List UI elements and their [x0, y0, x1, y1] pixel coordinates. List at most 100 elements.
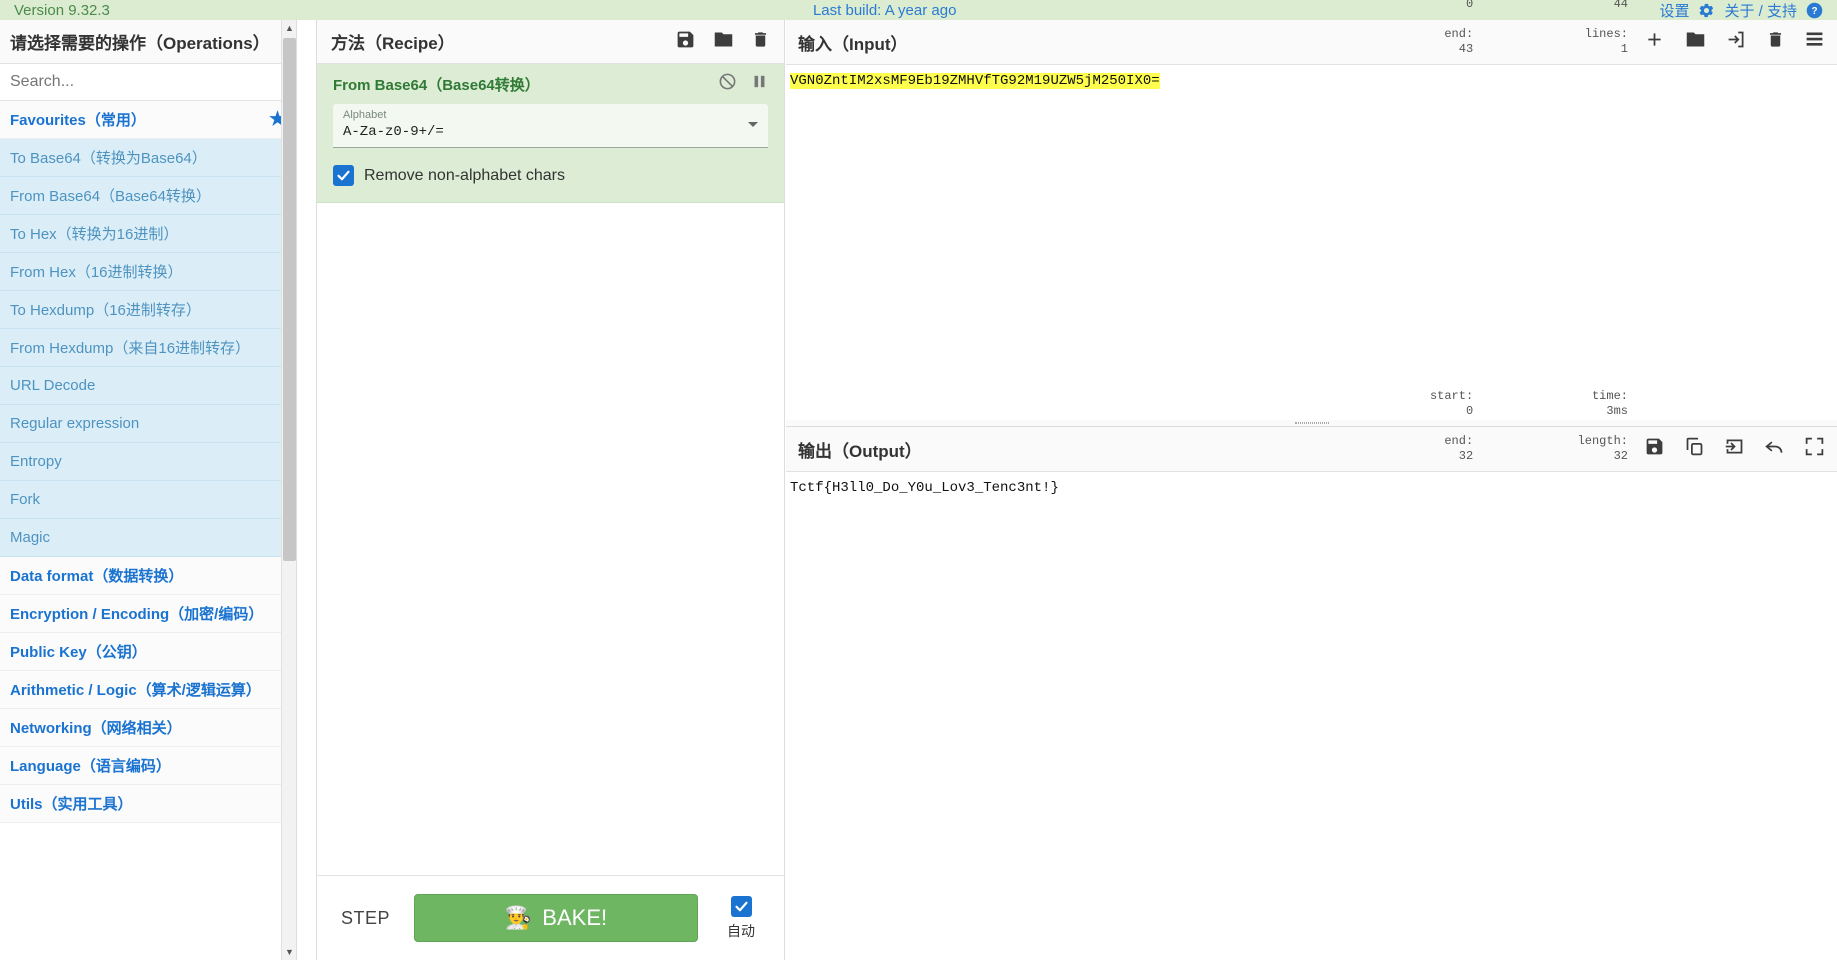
- load-recipe-icon[interactable]: [712, 29, 735, 55]
- output-total-length-value: 32: [1613, 449, 1628, 463]
- operation-list-item[interactable]: Magic: [0, 519, 296, 557]
- category-arithmetic-logic[interactable]: Arithmetic / Logic（算术/逻辑运算）: [0, 671, 296, 709]
- input-lines-label: lines:: [1584, 27, 1628, 41]
- recipe-footer: STEP 👨‍🍳 BAKE! 自动: [317, 875, 784, 960]
- category-networking[interactable]: Networking（网络相关）: [0, 709, 296, 747]
- alphabet-label: Alphabet: [343, 109, 387, 121]
- breakpoint-pause-icon[interactable]: [751, 72, 768, 96]
- input-body[interactable]: VGN0ZntIM2xsMF9Eb19ZMHVfTG92M19UZW5jM250…: [786, 65, 1837, 420]
- reset-pane-layout-icon[interactable]: [1804, 29, 1825, 55]
- undo-bake-icon[interactable]: [1764, 436, 1785, 462]
- input-text[interactable]: VGN0ZntIM2xsMF9Eb19ZMHVfTG92M19UZW5jM250…: [790, 72, 1837, 90]
- input-end-label: end:: [1444, 27, 1474, 41]
- step-button[interactable]: STEP: [331, 908, 400, 929]
- open-folder-icon[interactable]: [1684, 29, 1707, 55]
- replace-input-icon[interactable]: [1724, 436, 1745, 462]
- search-input[interactable]: [10, 73, 286, 91]
- splitter-grip[interactable]: [1294, 422, 1329, 424]
- operations-scrollbar[interactable]: ▲ ▼: [281, 20, 296, 960]
- output-time-label: time:: [1591, 389, 1628, 403]
- operation-list-item[interactable]: From Hexdump（来自16进制转存）: [0, 329, 296, 367]
- input-start-value: 0: [1465, 0, 1474, 11]
- io-area: 输入（Input） start: 0 end: 43 length: 43 le…: [786, 0, 1837, 960]
- category-label: Encryption / Encoding（加密/编码）: [10, 606, 264, 623]
- save-recipe-icon[interactable]: [675, 29, 696, 55]
- input-total-length-value: 44: [1613, 0, 1628, 11]
- output-body[interactable]: Tctf{H3ll0_Do_Y0u_Lov3_Tenc3nt!}: [786, 472, 1837, 960]
- input-title: 输入（Input）: [798, 34, 908, 54]
- bake-label: BAKE!: [542, 905, 608, 930]
- clear-io-icon[interactable]: [1766, 29, 1785, 55]
- bake-button[interactable]: 👨‍🍳 BAKE!: [414, 894, 698, 942]
- output-end-label: end:: [1444, 434, 1474, 448]
- copy-output-icon[interactable]: [1684, 436, 1705, 462]
- remove-non-alphabet-checkbox[interactable]: [333, 165, 354, 186]
- operation-label: Entropy: [10, 453, 62, 470]
- open-file-icon[interactable]: [1726, 29, 1747, 55]
- operations-sidebar: 请选择需要的操作（Operations） Favourites（常用） ★ To…: [0, 20, 297, 960]
- auto-bake-label: 自动: [727, 922, 755, 939]
- chevron-up-icon[interactable]: ▲: [282, 20, 296, 36]
- category-language[interactable]: Language（语言编码）: [0, 747, 296, 785]
- auto-bake-control[interactable]: 自动: [712, 895, 770, 941]
- add-input-tab-icon[interactable]: [1644, 29, 1665, 55]
- category-favourites[interactable]: Favourites（常用） ★: [0, 101, 296, 139]
- operation-list-item[interactable]: Entropy: [0, 443, 296, 481]
- input-pane: 输入（Input） start: 0 end: 43 length: 43 le…: [786, 0, 1837, 420]
- operation-label: Fork: [10, 491, 40, 508]
- category-public-key[interactable]: Public Key（公钥）: [0, 633, 296, 671]
- remove-non-alphabet-label: Remove non-alphabet chars: [364, 166, 566, 184]
- operation-label: From Base64（Base64转换）: [10, 188, 211, 205]
- operation-list-item[interactable]: To Base64（转换为Base64）: [0, 139, 296, 177]
- category-favourites-label: Favourites（常用）: [10, 112, 146, 129]
- operation-list-item[interactable]: Fork: [0, 481, 296, 519]
- maximise-output-icon[interactable]: [1804, 436, 1825, 462]
- operation-list-item[interactable]: To Hex（转换为16进制）: [0, 215, 296, 253]
- category-label: Networking（网络相关）: [10, 720, 182, 737]
- save-output-icon[interactable]: [1644, 436, 1665, 462]
- operation-label: URL Decode: [10, 377, 96, 394]
- alphabet-value: A-Za-z0-9+/=: [343, 124, 444, 140]
- operation-label: Magic: [10, 529, 51, 546]
- category-label: Utils（实用工具）: [10, 796, 133, 813]
- settings-button[interactable]: 设置: [1659, 0, 1689, 21]
- recipe-operation-from-base64[interactable]: From Base64（Base64转换） Alphabet A-Za-z0-9…: [317, 64, 784, 203]
- auto-bake-checkbox[interactable]: [730, 895, 752, 917]
- output-text[interactable]: Tctf{H3ll0_Do_Y0u_Lov3_Tenc3nt!}: [790, 479, 1837, 497]
- operations-search[interactable]: [0, 64, 296, 101]
- operation-list-item[interactable]: Regular expression: [0, 405, 296, 443]
- alphabet-select[interactable]: Alphabet A-Za-z0-9+/=: [333, 104, 768, 148]
- chevron-down-icon[interactable]: [748, 122, 758, 127]
- recipe-arguments: Alphabet A-Za-z0-9+/=: [333, 104, 768, 148]
- operation-list-item[interactable]: To Hexdump（16进制转存）: [0, 291, 296, 329]
- gear-icon[interactable]: [1698, 2, 1715, 19]
- chevron-down-icon[interactable]: ▼: [282, 944, 296, 960]
- category-label: Data format（数据转换）: [10, 568, 184, 585]
- output-time-value: 3ms: [1606, 404, 1628, 418]
- clear-recipe-icon[interactable]: [751, 29, 770, 55]
- input-text-highlight[interactable]: VGN0ZntIM2xsMF9Eb19ZMHVfTG92M19UZW5jM250…: [790, 73, 1160, 89]
- disable-icon[interactable]: [718, 72, 737, 96]
- operation-label: To Base64（转换为Base64）: [10, 150, 207, 167]
- about-support-button[interactable]: 关于 / 支持: [1724, 0, 1797, 21]
- recipe-panel: 方法（Recipe） From Base64（Base64转换） Alphabe…: [316, 20, 785, 960]
- operation-list-item[interactable]: From Hex（16进制转换）: [0, 253, 296, 291]
- recipe-operation-header: From Base64（Base64转换）: [317, 64, 784, 104]
- output-end-value: 32: [1458, 449, 1474, 463]
- output-start-value: 0: [1465, 404, 1474, 418]
- scrollbar-thumb[interactable]: [283, 38, 296, 561]
- output-title: 输出（Output）: [798, 441, 922, 461]
- recipe-operations-list: From Base64（Base64转换） Alphabet A-Za-z0-9…: [317, 64, 784, 875]
- recipe-operation-name: From Base64（Base64转换）: [333, 76, 540, 94]
- operation-list-item[interactable]: URL Decode: [0, 367, 296, 405]
- remove-non-alphabet-row[interactable]: Remove non-alphabet chars: [333, 165, 768, 186]
- category-data-format[interactable]: Data format（数据转换）: [0, 557, 296, 595]
- category-label: Arithmetic / Logic（算术/逻辑运算）: [10, 682, 261, 699]
- question-circle-icon[interactable]: ?: [1806, 2, 1823, 19]
- category-encryption-encoding[interactable]: Encryption / Encoding（加密/编码）: [0, 595, 296, 633]
- operation-label: To Hex（转换为16进制）: [10, 226, 179, 243]
- category-utils[interactable]: Utils（实用工具）: [0, 785, 296, 823]
- operation-list-item[interactable]: From Base64（Base64转换）: [0, 177, 296, 215]
- chef-icon: 👨‍🍳: [504, 905, 533, 930]
- input-lines-value: 1: [1620, 42, 1628, 56]
